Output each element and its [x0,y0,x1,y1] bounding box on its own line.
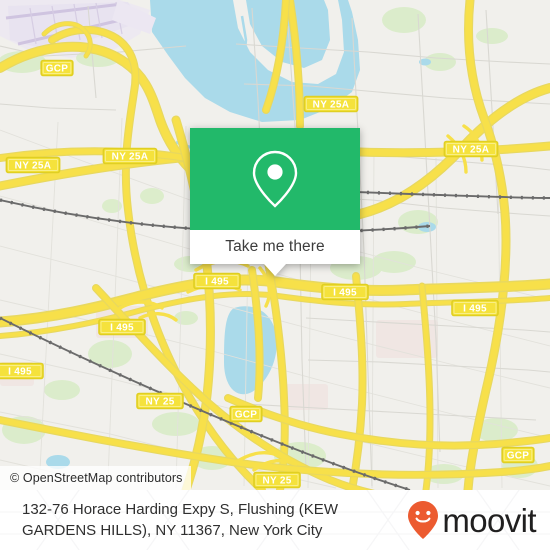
highway-shield-label: GCP [507,451,530,462]
highway-shield: NY 25A [303,95,359,113]
highway-shield-label: NY 25A [112,152,149,163]
highway-shield: I 495 [321,283,369,301]
map-attribution: © OpenStreetMap contributors [0,466,191,490]
highway-shield: NY 25 [136,392,184,410]
footer-bar: 132-76 Horace Harding Expy S, Flushing (… [0,490,550,550]
highway-shield: NY 25 [253,471,301,489]
highway-shield: I 495 [451,299,499,317]
highway-shield: I 495 [193,272,241,290]
map-canvas[interactable]: .rd { fill:none; stroke:#f7e04a; stroke-… [0,0,550,490]
popup-pointer-tail [264,264,286,276]
popup-action[interactable]: Take me there [190,230,360,276]
highway-shield-label: NY 25A [15,161,52,172]
popup-header [190,128,360,230]
highway-shield: I 495 [0,362,44,380]
location-popup[interactable]: Take me there [190,128,360,276]
highway-shield-label: NY 25A [453,145,490,156]
highway-shield: NY 25A [102,147,158,165]
highway-shield-label: NY 25 [262,476,291,487]
highway-shield-label: I 495 [205,277,229,288]
highway-shield: NY 25A [5,156,61,174]
map-pin-icon [252,150,298,208]
moovit-map-screenshot: .rd { fill:none; stroke:#f7e04a; stroke-… [0,0,550,550]
highway-shield: NY 25A [443,140,499,158]
highway-shield-label: I 495 [110,323,134,334]
location-address: 132-76 Horace Harding Expy S, Flushing (… [22,501,338,539]
highway-shield: I 495 [98,318,146,336]
highway-shield-label: I 495 [8,367,32,378]
highway-shield: GCP [229,405,263,423]
highway-shield-label: I 495 [463,304,487,315]
moovit-logo: moovit [406,500,537,540]
highway-shield: GCP [501,446,535,464]
moovit-wordmark: moovit [442,501,536,539]
highway-shield-label: NY 25A [313,100,350,111]
moovit-smiley-pin-icon [408,501,439,539]
highway-shield-label: NY 25 [145,397,174,408]
highway-shield-label: GCP [46,64,69,75]
highway-shield-label: GCP [235,410,258,421]
highway-shield-label: I 495 [333,288,357,299]
highway-shield: GCP [40,59,74,77]
take-me-there-label: Take me there [225,238,325,255]
